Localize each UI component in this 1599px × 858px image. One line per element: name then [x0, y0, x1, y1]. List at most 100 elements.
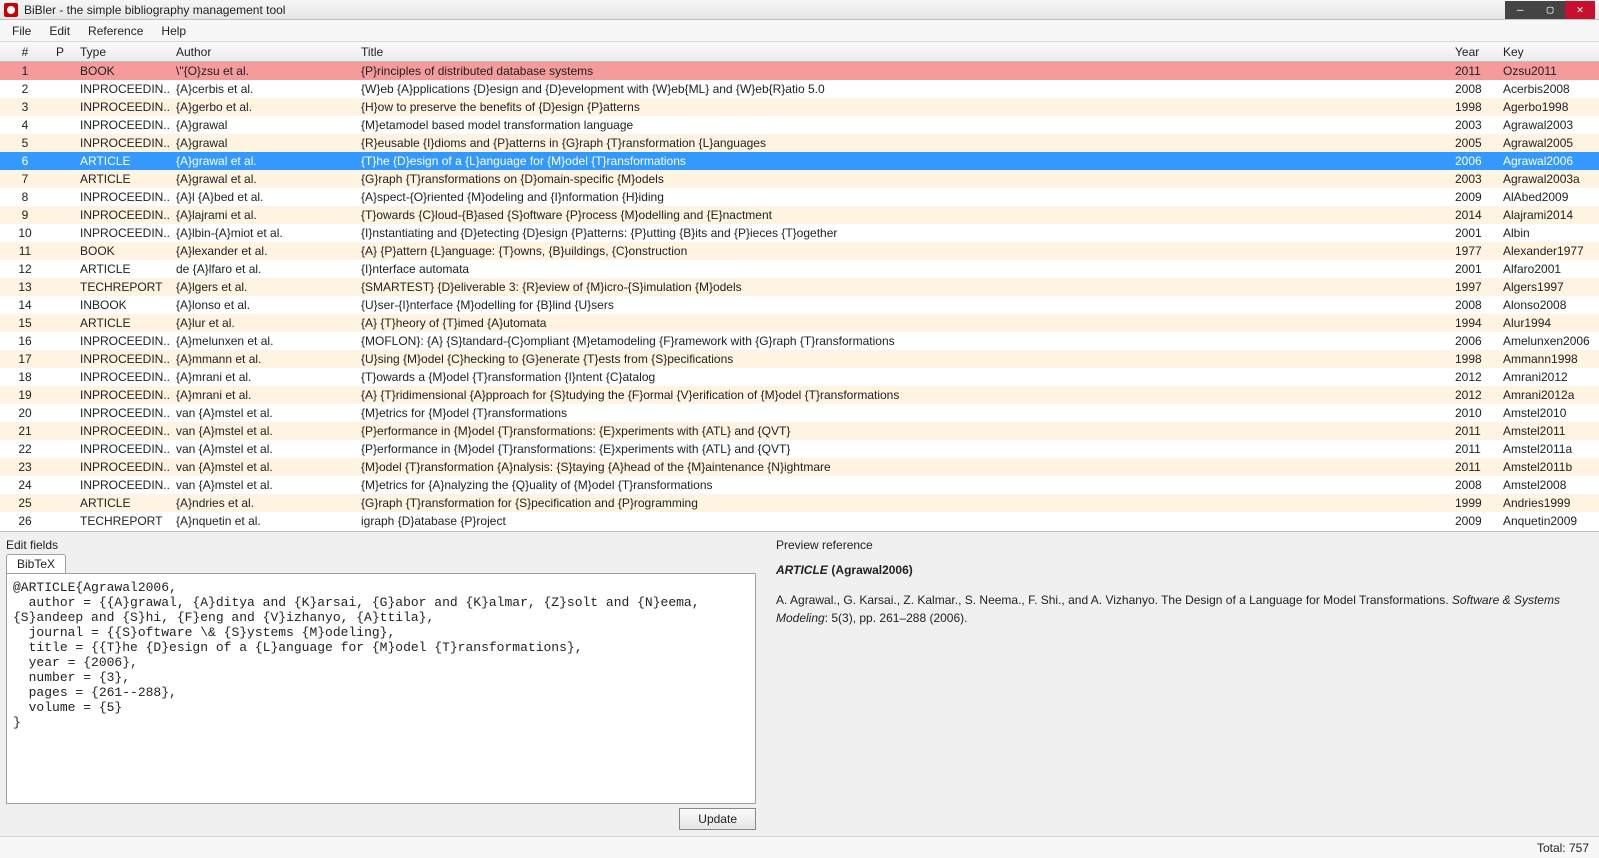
- bibtex-textarea[interactable]: [6, 573, 756, 804]
- cell-title: {U}sing {M}odel {C}hecking to {G}enerate…: [355, 350, 1449, 368]
- update-button[interactable]: Update: [679, 808, 756, 830]
- table-row[interactable]: 24INPROCEEDIN...van {A}mstel et al.{M}et…: [0, 476, 1599, 494]
- col-year[interactable]: Year: [1449, 42, 1497, 61]
- cell-title: {A} {T}heory of {T}imed {A}utomata: [355, 314, 1449, 332]
- cell-num: 19: [0, 386, 50, 404]
- cell-p: [50, 62, 74, 80]
- cell-auth: {A}mmann et al.: [170, 350, 355, 368]
- cell-title: {A} {T}ridimensional {A}pproach for {S}t…: [355, 386, 1449, 404]
- col-num[interactable]: #: [0, 42, 50, 61]
- table-row[interactable]: 25ARTICLE{A}ndries et al.{G}raph {T}rans…: [0, 494, 1599, 512]
- menubar: File Edit Reference Help: [0, 20, 1599, 42]
- minimize-button[interactable]: —: [1505, 1, 1535, 19]
- col-key[interactable]: Key: [1497, 42, 1599, 61]
- cell-num: 25: [0, 494, 50, 512]
- edit-tabbar: BibTeX: [6, 554, 756, 573]
- cell-key: Amelunxen2006: [1497, 332, 1599, 350]
- col-type[interactable]: Type: [74, 42, 170, 61]
- cell-num: 23: [0, 458, 50, 476]
- table-row[interactable]: 3INPROCEEDIN...{A}gerbo et al.{H}ow to p…: [0, 98, 1599, 116]
- preview-tail: : 5(3), pp. 261–288 (2006).: [825, 611, 968, 625]
- cell-year: 2012: [1449, 368, 1497, 386]
- preview-key: (Agrawal2006): [831, 563, 912, 577]
- cell-year: 1998: [1449, 350, 1497, 368]
- cell-type: BOOK: [74, 242, 170, 260]
- table-row[interactable]: 12ARTICLEde {A}lfaro et al.{I}nterface a…: [0, 260, 1599, 278]
- cell-year: 2011: [1449, 458, 1497, 476]
- cell-year: 1994: [1449, 314, 1497, 332]
- cell-year: 1977: [1449, 242, 1497, 260]
- cell-title: {T}owards {C}loud-{B}ased {S}oftware {P}…: [355, 206, 1449, 224]
- table-row[interactable]: 20INPROCEEDIN...van {A}mstel et al.{M}et…: [0, 404, 1599, 422]
- table-row[interactable]: 2INPROCEEDIN...{A}cerbis et al.{W}eb {A}…: [0, 80, 1599, 98]
- preview-body: A. Agrawal., G. Karsai., Z. Kalmar., S. …: [776, 591, 1585, 626]
- table-row[interactable]: 16INPROCEEDIN...{A}melunxen et al.{MOFLO…: [0, 332, 1599, 350]
- cell-key: Agrawal2003a: [1497, 170, 1599, 188]
- cell-title: {W}eb {A}pplications {D}esign and {D}eve…: [355, 80, 1449, 98]
- preview-label: Preview reference: [776, 538, 1585, 552]
- col-p[interactable]: P: [50, 42, 74, 61]
- cell-title: {P}rinciples of distributed database sys…: [355, 62, 1449, 80]
- cell-type: ARTICLE: [74, 170, 170, 188]
- cell-year: 2008: [1449, 80, 1497, 98]
- cell-auth: {A}ndries et al.: [170, 494, 355, 512]
- cell-num: 22: [0, 440, 50, 458]
- menu-file[interactable]: File: [4, 22, 39, 40]
- cell-year: 2006: [1449, 332, 1497, 350]
- cell-key: Alexander1977: [1497, 242, 1599, 260]
- table-row[interactable]: 7ARTICLE{A}grawal et al.{G}raph {T}ransf…: [0, 170, 1599, 188]
- cell-key: Algers1997: [1497, 278, 1599, 296]
- cell-key: Anquetin2009: [1497, 512, 1599, 530]
- table-row[interactable]: 17INPROCEEDIN...{A}mmann et al.{U}sing {…: [0, 350, 1599, 368]
- maximize-button[interactable]: ▢: [1535, 1, 1565, 19]
- preview-header: ARTICLE (Agrawal2006): [776, 562, 1585, 577]
- table-row[interactable]: 6ARTICLE{A}grawal et al.{T}he {D}esign o…: [0, 152, 1599, 170]
- col-title[interactable]: Title: [355, 42, 1449, 61]
- table-row[interactable]: 10INPROCEEDIN...{A}lbin-{A}miot et al.{I…: [0, 224, 1599, 242]
- table-row[interactable]: 15ARTICLE{A}lur et al.{A} {T}heory of {T…: [0, 314, 1599, 332]
- table-row[interactable]: 22INPROCEEDIN...van {A}mstel et al.{P}er…: [0, 440, 1599, 458]
- table-row[interactable]: 5INPROCEEDIN...{A}grawal{R}eusable {I}di…: [0, 134, 1599, 152]
- menu-reference[interactable]: Reference: [80, 22, 151, 40]
- table-row[interactable]: 13TECHREPORT{A}lgers et al.{SMARTEST} {D…: [0, 278, 1599, 296]
- window-buttons: — ▢ ✕: [1505, 1, 1595, 19]
- statusbar: Total: 757: [0, 836, 1599, 858]
- table-row[interactable]: 19INPROCEEDIN...{A}mrani et al.{A} {T}ri…: [0, 386, 1599, 404]
- cell-p: [50, 98, 74, 116]
- cell-year: 2010: [1449, 404, 1497, 422]
- cell-key: Agerbo1998: [1497, 98, 1599, 116]
- cell-year: 1998: [1449, 98, 1497, 116]
- reference-table[interactable]: # P Type Author Title Year Key 1BOOK\"{O…: [0, 42, 1599, 532]
- cell-p: [50, 116, 74, 134]
- cell-key: Alonso2008: [1497, 296, 1599, 314]
- close-button[interactable]: ✕: [1565, 1, 1595, 19]
- tab-bibtex[interactable]: BibTeX: [6, 554, 66, 573]
- table-row[interactable]: 1BOOK\"{O}zsu et al.{P}rinciples of dist…: [0, 62, 1599, 80]
- menu-help[interactable]: Help: [153, 22, 194, 40]
- cell-type: ARTICLE: [74, 152, 170, 170]
- cell-title: {M}etamodel based model transformation l…: [355, 116, 1449, 134]
- cell-auth: {A}mrani et al.: [170, 368, 355, 386]
- col-author[interactable]: Author: [170, 42, 355, 61]
- table-row[interactable]: 26TECHREPORT{A}nquetin et al.igraph {D}a…: [0, 512, 1599, 530]
- table-row[interactable]: 14INBOOK{A}lonso et al.{U}ser-{I}nterfac…: [0, 296, 1599, 314]
- cell-auth: {A}lajrami et al.: [170, 206, 355, 224]
- cell-auth: van {A}mstel et al.: [170, 404, 355, 422]
- table-row[interactable]: 18INPROCEEDIN...{A}mrani et al.{T}owards…: [0, 368, 1599, 386]
- cell-title: {MOFLON}: {A} {S}tandard-{C}ompliant {M}…: [355, 332, 1449, 350]
- table-row[interactable]: 9INPROCEEDIN...{A}lajrami et al.{T}oward…: [0, 206, 1599, 224]
- cell-type: INPROCEEDIN...: [74, 188, 170, 206]
- cell-title: {G}raph {T}ransformation for {S}pecifica…: [355, 494, 1449, 512]
- table-row[interactable]: 11BOOK{A}lexander et al.{A} {P}attern {L…: [0, 242, 1599, 260]
- titlebar: BiBler - the simple bibliography managem…: [0, 0, 1599, 20]
- cell-year: 2001: [1449, 224, 1497, 242]
- cell-type: INPROCEEDIN...: [74, 476, 170, 494]
- cell-p: [50, 170, 74, 188]
- table-row[interactable]: 23INPROCEEDIN...van {A}mstel et al.{M}od…: [0, 458, 1599, 476]
- table-row[interactable]: 4INPROCEEDIN...{A}grawal{M}etamodel base…: [0, 116, 1599, 134]
- table-row[interactable]: 8INPROCEEDIN...{A}l {A}bed et al.{A}spec…: [0, 188, 1599, 206]
- cell-type: INPROCEEDIN...: [74, 458, 170, 476]
- table-row[interactable]: 21INPROCEEDIN...van {A}mstel et al.{P}er…: [0, 422, 1599, 440]
- cell-p: [50, 134, 74, 152]
- menu-edit[interactable]: Edit: [41, 22, 78, 40]
